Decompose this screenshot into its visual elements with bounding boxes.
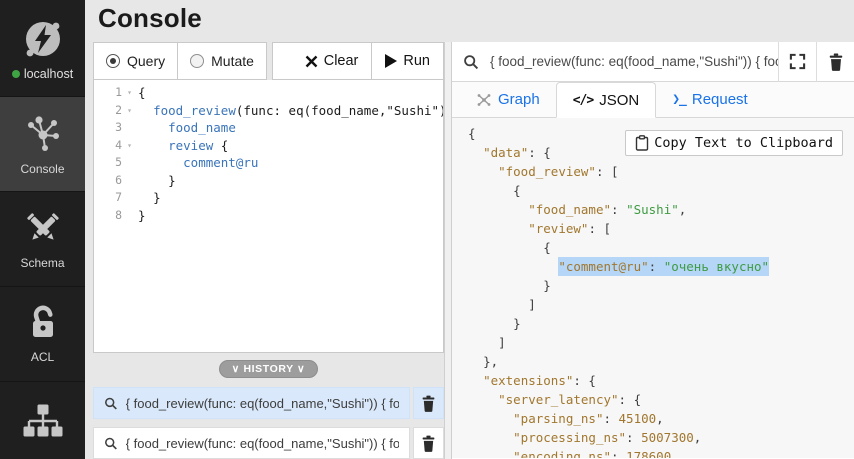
history-toggle-button[interactable]: ∨ HISTORY ∨	[219, 360, 319, 378]
trash-icon	[421, 395, 436, 412]
panel-divider[interactable]	[444, 42, 452, 459]
query-toolbar: Query Mutate Clear Run	[93, 42, 444, 80]
run-button[interactable]: Run	[371, 43, 443, 79]
sidebar-item-label: Schema	[20, 256, 64, 270]
sidebar-item-label: ACL	[31, 350, 54, 364]
clipboard-icon	[635, 135, 649, 151]
run-button-label: Run	[403, 53, 430, 69]
radio-unchecked-icon[interactable]	[190, 54, 204, 68]
history-item-text: { food_review(func: eq(food_name,"Sushi"…	[126, 436, 399, 451]
terminal-prompt-icon: ❯_	[672, 92, 686, 107]
delete-history-button[interactable]	[413, 427, 444, 459]
server-label: localhost	[24, 67, 73, 81]
search-icon	[104, 396, 118, 411]
search-icon	[104, 436, 118, 451]
connection-status-dot	[12, 70, 20, 78]
radio-checked-icon[interactable]	[106, 54, 120, 68]
copy-button-label: Copy Text to Clipboard	[654, 135, 833, 151]
history-item-body[interactable]: { food_review(func: eq(food_name,"Sushi"…	[93, 387, 410, 419]
query-panel: Query Mutate Clear Run 1▾{2▾ food_review…	[93, 42, 444, 459]
sidebar: localhost Console Sc	[0, 0, 85, 459]
mutate-mode-label: Mutate	[211, 53, 254, 69]
tab-request-label: Request	[692, 91, 748, 108]
tab-request[interactable]: ❯_ Request	[656, 82, 764, 117]
page-title: Console	[98, 3, 202, 34]
search-icon	[452, 54, 490, 70]
query-mode-radio[interactable]: Query	[93, 42, 178, 80]
tab-graph[interactable]: Graph	[460, 82, 556, 117]
editor-actions-group: Clear Run	[272, 42, 444, 80]
history-item-body[interactable]: { food_review(func: eq(food_name,"Sushi"…	[93, 427, 410, 459]
tab-graph-label: Graph	[498, 91, 540, 108]
acl-lock-icon	[23, 304, 63, 344]
clear-x-icon	[305, 55, 318, 68]
run-play-icon	[385, 54, 397, 68]
mutate-mode-radio[interactable]: Mutate	[178, 42, 267, 80]
fullscreen-button[interactable]	[778, 42, 816, 82]
dgraph-logo-icon	[20, 16, 66, 62]
delete-history-button[interactable]	[413, 387, 444, 419]
history-zone: ∨ HISTORY ∨ { food_review(func: eq(food_…	[93, 360, 444, 459]
trash-icon	[421, 435, 436, 452]
sidebar-item-schema[interactable]: Schema	[0, 192, 85, 287]
result-query-text: { food_review(func: eq(food_name,"Sushi"…	[490, 54, 778, 69]
result-panel: { food_review(func: eq(food_name,"Sushi"…	[452, 42, 854, 459]
history-item[interactable]: { food_review(func: eq(food_name,"Sushi"…	[93, 427, 444, 459]
schema-tools-icon	[22, 208, 64, 250]
sidebar-item-label: Console	[20, 162, 64, 176]
history-item[interactable]: { food_review(func: eq(food_name,"Sushi"…	[93, 387, 444, 419]
json-result-view: { "data": { "food_review": [ { "food_nam…	[452, 118, 854, 458]
history-item-text: { food_review(func: eq(food_name,"Sushi"…	[126, 396, 399, 411]
copy-to-clipboard-button[interactable]: Copy Text to Clipboard	[625, 130, 843, 156]
clear-result-button[interactable]	[816, 42, 854, 82]
sidebar-item-localhost[interactable]: localhost	[0, 0, 85, 97]
result-query-bar[interactable]: { food_review(func: eq(food_name,"Sushi"…	[452, 42, 854, 82]
fullscreen-icon	[789, 53, 806, 70]
sidebar-item-console[interactable]: Console	[0, 97, 85, 192]
tab-json[interactable]: </> JSON	[556, 82, 657, 118]
code-brackets-icon: </>	[573, 93, 593, 108]
result-tabbar: Graph </> JSON ❯_ Request	[452, 82, 854, 118]
clear-button-label: Clear	[324, 53, 359, 69]
console-graph-icon	[21, 112, 65, 156]
sidebar-item-cluster[interactable]	[0, 382, 85, 459]
json-text: { "data": { "food_review": [ { "food_nam…	[468, 124, 854, 458]
query-mode-label: Query	[127, 53, 165, 69]
graph-icon	[476, 92, 492, 108]
sidebar-item-acl[interactable]: ACL	[0, 287, 85, 382]
tab-json-label: JSON	[599, 92, 639, 109]
clear-button[interactable]: Clear	[292, 43, 372, 79]
trash-icon	[828, 53, 844, 71]
cluster-icon	[22, 401, 64, 457]
query-editor[interactable]: 1▾{2▾ food_review(func: eq(food_name,"Su…	[93, 80, 444, 353]
